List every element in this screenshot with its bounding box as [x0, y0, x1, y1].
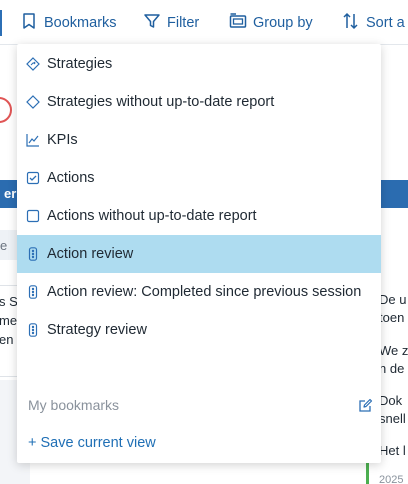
filter-button[interactable]: Filter	[143, 12, 199, 34]
bookmarks-button[interactable]: Bookmarks	[20, 12, 117, 34]
bookmarks-label: Bookmarks	[44, 15, 117, 31]
checkbox-checked-icon	[17, 159, 47, 197]
section-header-text: er	[4, 186, 17, 201]
status-circle	[0, 97, 12, 123]
comment-line: Het l	[379, 443, 406, 458]
menu-item-label: Strategies without up-to-date report	[47, 94, 275, 110]
traffic-light-icon	[17, 273, 47, 311]
strategy-diamond-icon	[17, 45, 47, 83]
traffic-light-icon	[17, 311, 47, 349]
bookmarks-dropdown: Strategies Strategies without up-to-date…	[17, 44, 381, 463]
menu-item-strategy-review[interactable]: Strategy review	[17, 311, 381, 349]
comment-line: snell	[379, 411, 406, 426]
menu-item-strategies[interactable]: Strategies	[17, 45, 381, 83]
grey-row-text: e	[0, 238, 8, 253]
menu-item-label: Action review	[47, 246, 134, 262]
filter-icon	[143, 12, 161, 34]
comment-indicator	[366, 460, 369, 484]
bookmark-icon	[20, 12, 38, 34]
checkbox-empty-icon	[17, 197, 47, 235]
filter-label: Filter	[167, 15, 200, 31]
menu-item-kpis[interactable]: KPIs	[17, 121, 381, 159]
sort-button[interactable]: Sort a	[342, 12, 405, 34]
toolbar-left-edge	[0, 10, 2, 36]
diamond-outline-icon	[17, 83, 47, 121]
edit-icon[interactable]	[357, 398, 373, 414]
menu-item-actions-no-report[interactable]: Actions without up-to-date report	[17, 197, 381, 235]
group-by-button[interactable]: Group by	[229, 12, 313, 34]
menu-item-label: Strategy review	[47, 322, 147, 338]
sort-label: Sort a	[366, 15, 405, 31]
menu-item-action-review-completed[interactable]: Action review: Completed since previous …	[17, 273, 381, 311]
my-bookmarks-title: My bookmarks	[28, 397, 120, 413]
group-by-label: Group by	[253, 15, 313, 31]
menu-item-label: Actions	[47, 170, 95, 186]
menu-item-strategies-no-report[interactable]: Strategies without up-to-date report	[17, 83, 381, 121]
save-current-view-button[interactable]: + Save current view	[28, 435, 156, 451]
traffic-light-icon	[17, 235, 47, 273]
menu-item-label: KPIs	[47, 132, 78, 148]
comment-line: Dok	[379, 393, 403, 408]
menu-item-label: Strategies	[47, 56, 113, 72]
comment-line: toen	[379, 310, 405, 325]
toolbar: Bookmarks Filter Group by Sort a	[0, 0, 408, 45]
comment-line: n de	[379, 361, 405, 376]
menu-item-actions[interactable]: Actions	[17, 159, 381, 197]
comment-date: 2025	[379, 474, 404, 484]
menu-item-label: Actions without up-to-date report	[47, 208, 257, 224]
group-by-icon	[229, 12, 247, 34]
comment-line: We z	[379, 343, 408, 358]
comment-line: De u	[379, 292, 407, 307]
sort-icon	[342, 12, 360, 34]
kpi-chart-icon	[17, 121, 47, 159]
menu-item-action-review[interactable]: Action review	[17, 235, 381, 273]
menu-item-label: Action review: Completed since previous …	[47, 284, 362, 300]
